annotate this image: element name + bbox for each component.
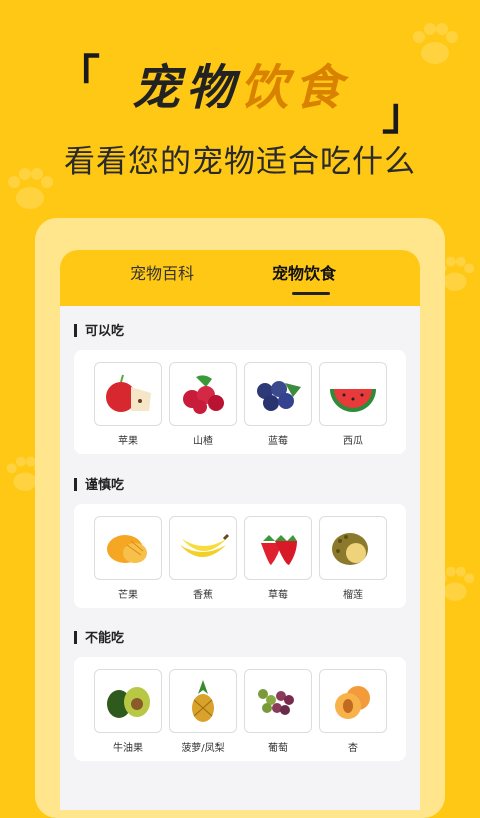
food-item-strawberry[interactable]: 草莓 [244, 516, 312, 601]
content-card: 宠物百科 宠物饮食 可以吃 苹果 山楂 蓝莓 西瓜 谨慎吃 芒果 香蕉 草莓 榴… [60, 250, 420, 810]
durian-icon [332, 533, 368, 565]
food-thumb [244, 362, 312, 426]
hawthorn-icon [183, 375, 224, 414]
food-panel-cannot-eat: 牛油果 菠萝/凤梨 葡萄 杏 [74, 657, 406, 761]
food-thumb [94, 362, 162, 426]
food-label: 苹果 [118, 436, 138, 447]
tab-bar: 宠物百科 宠物饮食 [60, 250, 420, 306]
food-item-blueberry[interactable]: 蓝莓 [244, 362, 312, 447]
blueberry-icon [257, 381, 301, 411]
food-label: 榴莲 [343, 590, 363, 601]
food-label: 菠萝/凤梨 [181, 743, 225, 754]
food-label: 蓝莓 [268, 436, 288, 447]
food-label: 西瓜 [343, 436, 363, 447]
food-item-watermelon[interactable]: 西瓜 [319, 362, 387, 447]
section-title: 不能吃 [74, 627, 124, 646]
page-title: 宠物饮食 [0, 48, 480, 118]
food-thumb [319, 516, 387, 580]
section-title-text: 谨慎吃 [85, 478, 125, 493]
food-item-durian[interactable]: 榴莲 [319, 516, 387, 601]
apricot-icon [335, 686, 370, 719]
banana-icon [180, 533, 230, 557]
tab-pet-diet[interactable]: 宠物饮食 [272, 260, 336, 284]
food-item-apple[interactable]: 苹果 [94, 362, 162, 447]
food-thumb [244, 669, 312, 733]
active-tab-indicator [292, 292, 330, 295]
food-item-grape[interactable]: 葡萄 [244, 669, 312, 754]
section-title-text: 可以吃 [85, 324, 125, 339]
food-thumb [169, 516, 237, 580]
food-item-hawthorn[interactable]: 山楂 [169, 362, 237, 447]
page-title-part2: 饮食 [240, 60, 349, 116]
food-label: 葡萄 [268, 743, 288, 754]
section-title: 谨慎吃 [74, 474, 124, 493]
pineapple-icon [192, 680, 214, 722]
food-thumb [94, 669, 162, 733]
food-thumb [94, 516, 162, 580]
food-label: 杏 [348, 743, 358, 754]
food-panel-caution: 芒果 香蕉 草莓 榴莲 [74, 504, 406, 608]
food-item-apricot[interactable]: 杏 [319, 669, 387, 754]
apple-icon [106, 374, 151, 412]
food-thumb [319, 669, 387, 733]
food-label: 草莓 [268, 590, 288, 601]
food-thumb [319, 362, 387, 426]
food-label: 香蕉 [193, 590, 213, 601]
food-label: 山楂 [193, 436, 213, 447]
mango-icon [107, 535, 147, 563]
page-subtitle: 看看您的宠物适合吃什么 [64, 144, 416, 180]
food-thumb [169, 669, 237, 733]
food-item-pineapple[interactable]: 菠萝/凤梨 [169, 669, 237, 754]
watermelon-icon [330, 389, 376, 412]
food-thumb [169, 362, 237, 426]
grape-icon [258, 689, 294, 715]
section-marker [74, 478, 77, 491]
food-label: 牛油果 [113, 743, 143, 754]
food-label: 芒果 [118, 590, 138, 601]
food-item-banana[interactable]: 香蕉 [169, 516, 237, 601]
section-title-text: 不能吃 [85, 631, 125, 646]
section-title: 可以吃 [74, 320, 124, 339]
food-panel-can-eat: 苹果 山楂 蓝莓 西瓜 [74, 350, 406, 454]
food-item-avocado[interactable]: 牛油果 [94, 669, 162, 754]
section-marker [74, 631, 77, 644]
page-title-part1: 宠物 [131, 60, 240, 116]
food-item-mango[interactable]: 芒果 [94, 516, 162, 601]
section-marker [74, 324, 77, 337]
food-thumb [244, 516, 312, 580]
strawberry-icon [261, 535, 297, 565]
tab-pet-encyclopedia[interactable]: 宠物百科 [130, 260, 194, 284]
avocado-icon [107, 687, 150, 718]
